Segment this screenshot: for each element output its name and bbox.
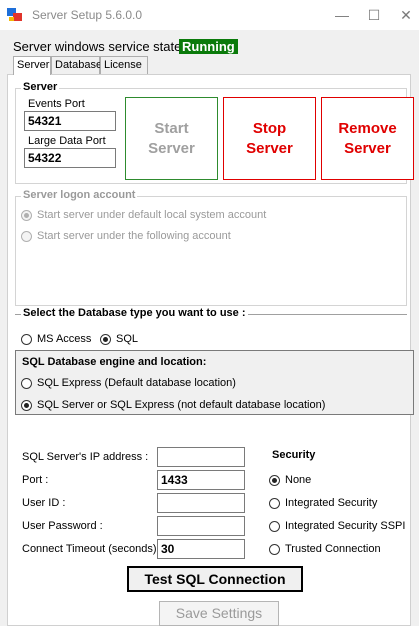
sql-server-radio[interactable] (21, 400, 32, 411)
service-state-label: Server windows service state (13, 39, 182, 54)
password-label: User Password : (22, 520, 103, 532)
logon-default-radio[interactable] (21, 210, 32, 221)
window-title: Server Setup 5.6.0.0 (32, 8, 143, 22)
sql-label: SQL (116, 333, 139, 345)
large-data-port-label: Large Data Port (28, 135, 106, 147)
service-state-badge: Running (179, 39, 238, 54)
security-integrated-label: Integrated Security (285, 497, 378, 509)
user-id-input[interactable] (157, 493, 245, 513)
security-trusted-radio[interactable] (269, 544, 280, 555)
large-data-port-input[interactable]: 54322 (24, 148, 116, 168)
security-none-radio[interactable] (269, 475, 280, 486)
db-type-title: Select the Database type you want to use… (21, 307, 248, 319)
sql-engine-title: SQL Database engine and location: (22, 356, 207, 368)
ms-access-label: MS Access (37, 333, 92, 345)
sql-radio[interactable] (100, 334, 111, 345)
logon-default-label: Start server under default local system … (37, 209, 267, 221)
maximize-button[interactable]: ☐ (362, 4, 386, 26)
events-port-label: Events Port (28, 98, 85, 110)
save-settings-button[interactable]: Save Settings (159, 601, 279, 626)
start-server-button[interactable]: Start Server (125, 97, 218, 180)
events-port-input[interactable]: 54321 (24, 111, 116, 131)
logon-account-title: Server logon account (21, 189, 138, 201)
ip-address-label: SQL Server's IP address : (22, 451, 149, 463)
tab-server[interactable]: Server (13, 56, 51, 75)
password-input[interactable] (157, 516, 245, 536)
tab-license[interactable]: License (100, 56, 148, 74)
sql-server-label: SQL Server or SQL Express (not default d… (37, 399, 326, 411)
security-integrated-radio[interactable] (269, 498, 280, 509)
security-title: Security (272, 449, 316, 461)
timeout-label: Connect Timeout (seconds) : (22, 543, 163, 555)
timeout-input[interactable]: 30 (157, 539, 245, 559)
stop-server-button[interactable]: Stop Server (223, 97, 316, 180)
ip-address-input[interactable] (157, 447, 245, 467)
security-trusted-label: Trusted Connection (285, 543, 381, 555)
security-none-label: None (285, 474, 312, 486)
close-button[interactable]: ✕ (394, 4, 418, 26)
sql-express-radio[interactable] (21, 378, 32, 389)
security-sspi-label: Integrated Security SSPI (285, 520, 406, 532)
minimize-button[interactable]: — (330, 4, 354, 26)
app-icon (7, 8, 22, 21)
test-sql-connection-button[interactable]: Test SQL Connection (127, 566, 303, 592)
logon-following-label: Start server under the following account (37, 230, 231, 242)
user-id-label: User ID : (22, 497, 66, 509)
server-group-title: Server (21, 81, 60, 93)
tab-database[interactable]: Database (51, 56, 102, 74)
sql-express-label: SQL Express (Default database location) (37, 377, 236, 389)
logon-following-radio[interactable] (21, 231, 32, 242)
security-sspi-radio[interactable] (269, 521, 280, 532)
port-label: Port : (22, 474, 49, 486)
remove-server-button[interactable]: Remove Server (321, 97, 414, 180)
ms-access-radio[interactable] (21, 334, 32, 345)
port-input[interactable]: 1433 (157, 470, 245, 490)
